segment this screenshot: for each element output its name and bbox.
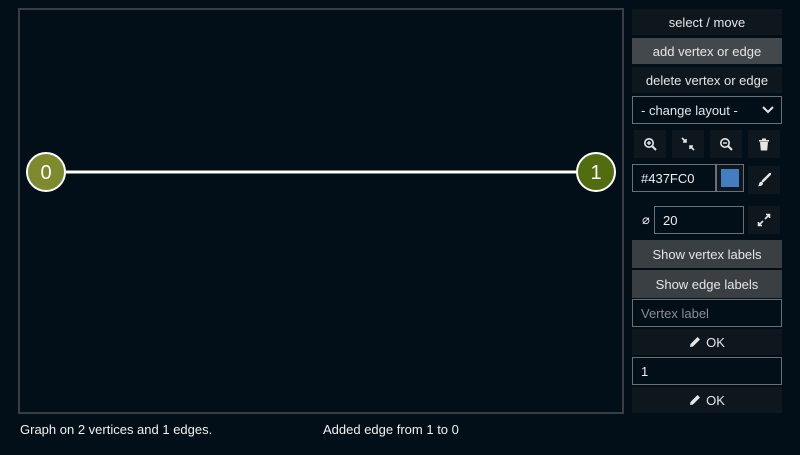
graph-svg[interactable]: 0 1 — [20, 10, 622, 412]
select-move-button[interactable]: select / move — [632, 9, 782, 35]
layout-select[interactable]: - change layout - — [632, 96, 782, 124]
ok-label: OK — [706, 334, 725, 350]
vertex-label-ok-button[interactable]: OK — [632, 329, 782, 355]
last-action-text: Added edge from 1 to 0 — [323, 422, 459, 437]
color-swatch[interactable] — [716, 164, 744, 192]
diameter-input[interactable]: 20 — [654, 206, 744, 234]
graph-canvas[interactable]: 0 1 — [18, 8, 624, 414]
show-edge-labels-button[interactable]: Show edge labels — [632, 270, 782, 298]
graph-vertex-0[interactable]: 0 — [26, 152, 66, 192]
zoom-in-icon — [644, 138, 657, 151]
compress-button[interactable] — [672, 130, 704, 158]
color-input[interactable]: #437FC0 — [632, 164, 716, 192]
diameter-icon: ⌀ — [642, 212, 650, 227]
vertex-label-1: 1 — [590, 162, 601, 184]
graph-info-text: Graph on 2 vertices and 1 edges. — [20, 422, 213, 437]
vertex-label-0: 0 — [40, 162, 51, 184]
layout-select-value: - change layout - — [641, 102, 738, 118]
chevron-down-icon — [762, 106, 774, 114]
vertex-label-input[interactable]: Vertex label — [632, 299, 782, 327]
zoom-in-button[interactable] — [634, 130, 666, 158]
zoom-out-button[interactable] — [710, 130, 742, 158]
ok-label: OK — [706, 392, 725, 408]
trash-button[interactable] — [748, 130, 780, 158]
delete-vertex-edge-button[interactable]: delete vertex or edge — [632, 67, 782, 93]
graph-vertex-1[interactable]: 1 — [576, 152, 616, 192]
zoom-out-icon — [720, 138, 733, 151]
edge-label-input[interactable]: 1 — [632, 357, 782, 385]
color-swatch-fill — [721, 169, 739, 187]
compress-icon — [681, 137, 695, 151]
pencil-icon — [690, 337, 701, 347]
paint-brush-icon — [757, 173, 771, 187]
expand-icon — [757, 213, 771, 227]
edge-label-ok-button[interactable]: OK — [632, 387, 782, 413]
pencil-icon — [690, 395, 701, 405]
paint-brush-button[interactable] — [748, 166, 780, 194]
trash-icon — [759, 138, 769, 150]
expand-button[interactable] — [748, 206, 780, 234]
show-vertex-labels-button[interactable]: Show vertex labels — [632, 240, 782, 268]
add-vertex-edge-button[interactable]: add vertex or edge — [632, 38, 782, 64]
